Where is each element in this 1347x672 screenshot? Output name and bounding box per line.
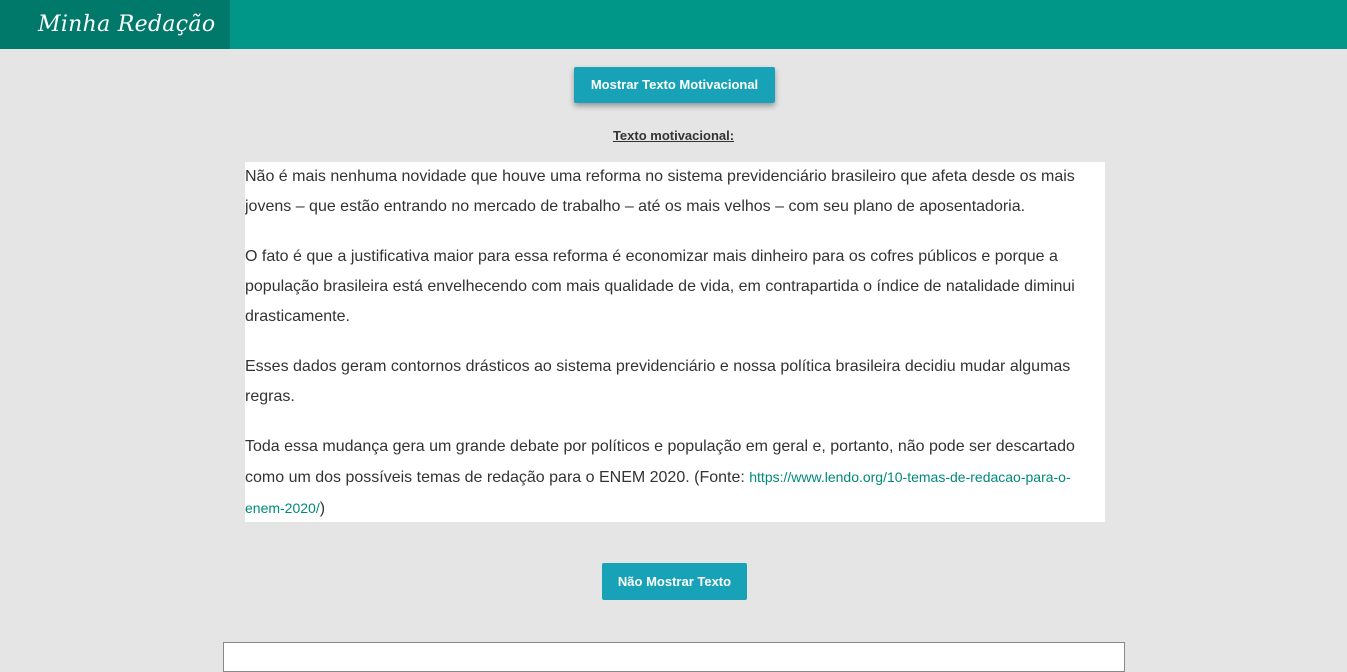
hide-text-button[interactable]: Não Mostrar Texto <box>602 563 747 600</box>
motivational-paragraph-1: Não é mais nenhuma novidade que houve um… <box>245 168 1075 215</box>
motivational-paragraph-2: O fato é que a justificativa maior para … <box>245 248 1075 325</box>
motivational-paragraph-3: Esses dados geram contornos drásticos ao… <box>245 358 1071 405</box>
motivational-heading: Texto motivacional: <box>612 128 735 143</box>
show-motivational-text-button[interactable]: Mostrar Texto Motivacional <box>574 67 775 103</box>
motivational-paragraph-4: Toda essa mudança gera um grande debate … <box>245 432 1105 522</box>
top-bar: Minha Redação <box>0 0 1347 49</box>
essay-editor[interactable] <box>223 642 1125 672</box>
brand-logo[interactable]: Minha Redação <box>0 0 230 49</box>
motivational-text-box: Não é mais nenhuma novidade que houve um… <box>245 162 1105 522</box>
source-close-paren: ) <box>319 500 326 517</box>
